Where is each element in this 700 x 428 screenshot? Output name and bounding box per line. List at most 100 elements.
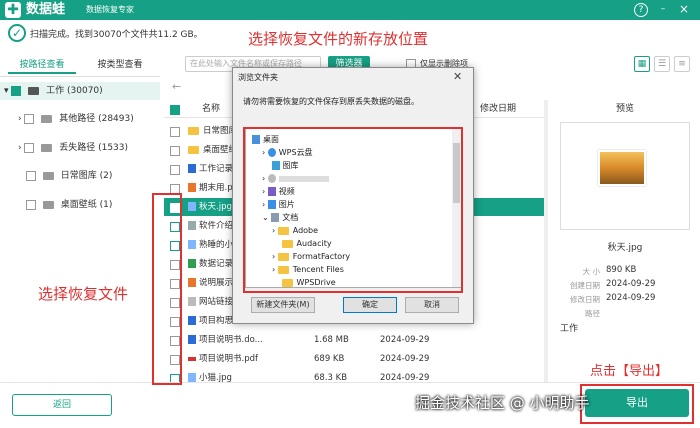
list-scrollbar[interactable] [544,100,548,382]
detail-view-icon[interactable]: ≡ [674,56,690,72]
file-size: 1.68 MB [314,335,349,345]
pdf-icon [188,356,196,361]
tree-item-other-paths[interactable]: › 其他路径 (28493) [18,110,134,128]
annotation-box-export [580,384,694,424]
tree-item-wallpaper[interactable]: 桌面壁纸 (1) [26,196,112,214]
doc-icon [188,335,196,344]
scan-complete-icon: ✓ [8,24,26,42]
file-date: 2024-09-29 [380,373,430,382]
meta-value: 2024-09-29 [606,279,656,289]
grid-view-icon[interactable]: ▦ [634,56,650,72]
tree-root-checkbox[interactable] [11,85,22,96]
column-name[interactable]: 名称 [202,100,220,118]
image-icon [188,202,196,211]
meta-label: 创建日期 [570,281,600,290]
folder-icon [41,114,53,123]
preview-filename: 秋天.jpg [607,243,643,253]
file-name: 软件介绍 [199,221,234,231]
tree-item-label: 丢失路径 (1533) [59,143,129,153]
tab-by-type[interactable]: 按类型查看 [86,56,154,74]
tree-item-label: 日常图库 (2) [60,171,113,181]
file-size: 68.3 KB [314,373,348,382]
collapse-icon[interactable]: ▾ [4,86,9,96]
meta-label: 路径 [585,309,600,318]
tree-item-checkbox[interactable] [26,170,36,181]
tree-item-checkbox[interactable] [24,113,35,124]
tree-root-item[interactable]: ▾ 工作 (30070) [0,82,160,100]
ppt-icon [188,183,196,192]
row-checkbox[interactable] [170,146,180,156]
folder-icon [188,145,199,154]
annotation-choose-path: 选择恢复文件的新存放位置 [248,30,429,48]
image-icon [188,240,196,249]
meta-path-value: 工作 [560,324,579,334]
back-button[interactable]: 返回 [12,394,112,416]
list-view-icon[interactable]: ☰ [654,56,670,72]
meta-label: 大 小 [582,267,600,276]
file-name: 秋天.jpg [199,202,232,212]
tabs-divider [0,76,160,77]
doc-icon [188,164,196,173]
file-date: 2024-09-29 [380,354,430,364]
watermark: 掘金技术社区 @ 小明助手 [415,394,590,412]
text-icon [188,297,196,306]
file-name: 项目说明书.pdf [199,354,258,364]
meta-label: 修改日期 [570,295,600,304]
app-logo-icon: ✚ [5,2,21,18]
title-bar: ✚ 数据蛙 数据恢复专家 ? – × [0,0,700,20]
cancel-button[interactable]: 取消 [405,297,459,313]
dialog-prompt: 请勿将需要恢复的文件保存到原丢失数据的磁盘。 [243,97,419,106]
file-name: 小猫.jpg [199,373,232,382]
annotation-box-files [152,193,182,385]
back-arrow-icon[interactable]: ← [172,80,181,93]
meta-value: 890 KB [606,265,637,275]
table-row[interactable]: 小猫.jpg 68.3 KB 2024-09-29 [164,369,544,382]
tree-item-label: 其他路径 (28493) [59,114,134,124]
table-row[interactable]: 项目说明书.do... 1.68 MB 2024-09-29 [164,331,544,349]
expand-icon[interactable]: › [18,143,22,153]
annotation-choose-files: 选择恢复文件 [38,285,129,303]
folder-icon [42,200,54,209]
annotation-click-export: 点击【导出】 [590,364,669,379]
row-checkbox[interactable] [170,127,180,137]
tab-by-path[interactable]: 按路径查看 [8,56,76,74]
ppt-icon [188,278,196,287]
app-subtitle: 数据恢复专家 [86,5,134,14]
drive-icon [28,86,40,95]
dialog-close-icon[interactable]: ✕ [453,70,462,83]
bottom-divider [0,382,700,383]
tree-item-checkbox[interactable] [24,142,35,153]
tree-root-label: 工作 (30070) [46,86,103,96]
meta-value: 2024-09-29 [606,293,656,303]
dialog-title: 浏览文件夹 [238,73,278,82]
autumn-image-thumbnail [598,150,646,186]
folder-icon [41,143,53,152]
sheet-icon [188,259,196,268]
app-brand: 数据蛙 [26,2,66,17]
video-icon [188,221,196,230]
select-all-checkbox[interactable] [170,105,180,115]
minimize-icon[interactable]: – [656,3,670,17]
doc-icon [188,316,196,325]
table-row[interactable]: 项目说明书.pdf 689 KB 2024-09-29 [164,350,544,368]
tree-item-daily-gallery[interactable]: 日常图库 (2) [26,167,112,185]
file-size: 689 KB [314,354,345,364]
file-date: 2024-09-29 [380,335,430,345]
column-date[interactable]: 修改日期 [480,100,516,118]
file-name: 项目说明书.do... [199,335,263,345]
folder-icon [42,171,54,180]
tree-item-label: 桌面壁纸 (1) [60,200,113,210]
scan-status-text: 扫描完成。找到30070个文件共11.2 GB。 [30,30,203,40]
tree-item-lost-paths[interactable]: › 丢失路径 (1533) [18,139,128,157]
tree-item-checkbox[interactable] [26,199,36,210]
close-icon[interactable]: × [677,3,691,17]
preview-title: 预览 [615,104,634,114]
annotation-box-dialog [243,127,463,293]
row-checkbox[interactable] [170,165,180,175]
image-icon [188,373,196,382]
ok-button[interactable]: 确定 [343,297,397,313]
help-icon[interactable]: ? [634,3,648,17]
expand-icon[interactable]: › [18,114,22,124]
folder-icon [188,126,199,135]
new-folder-button[interactable]: 新建文件夹(M) [251,297,315,313]
